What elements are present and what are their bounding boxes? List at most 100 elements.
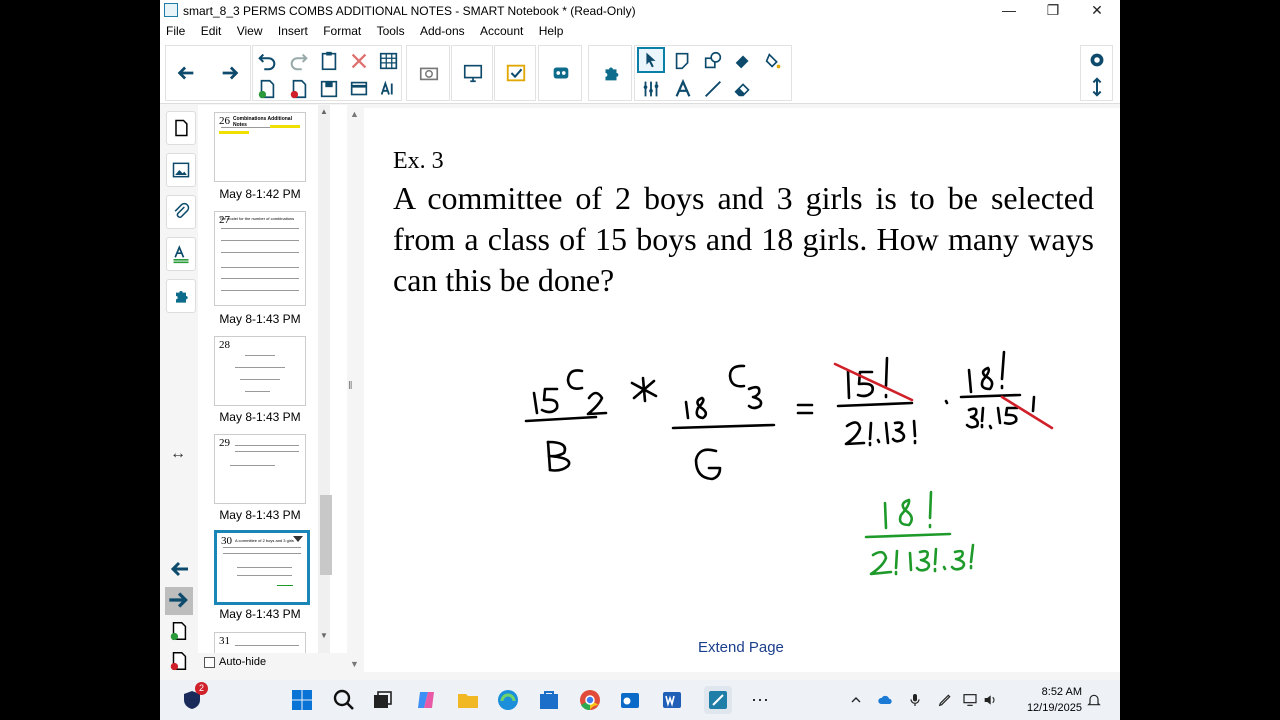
paste-button[interactable] [315, 48, 343, 74]
thumbnail-page-27[interactable]: 27 The model for the number of combinati… [214, 211, 306, 306]
redo-button[interactable] [285, 48, 313, 74]
maximize-button[interactable]: ❐ [1031, 0, 1075, 21]
close-button[interactable]: ✕ [1075, 0, 1119, 21]
tab-addons[interactable] [166, 279, 196, 313]
tab-properties[interactable] [166, 237, 196, 271]
edit-group [252, 45, 402, 101]
outlook-button[interactable] [616, 686, 644, 714]
volume-tray[interactable] [980, 690, 1000, 710]
sorter-next-button[interactable] [165, 587, 193, 615]
onedrive-tray[interactable] [875, 690, 895, 710]
edge-button[interactable] [494, 686, 522, 714]
menu-edit[interactable]: Edit [195, 21, 228, 38]
response-button[interactable] [502, 60, 530, 86]
eraser-tool-button[interactable] [729, 76, 757, 102]
autohide-checkbox[interactable] [204, 656, 215, 668]
next-page-button[interactable] [216, 60, 244, 86]
add-page-button[interactable] [253, 76, 281, 102]
window-title: smart_8_3 PERMS COMBS ADDITIONAL NOTES -… [183, 4, 636, 18]
sorter-add-page-button[interactable] [168, 620, 190, 642]
capture-button[interactable] [415, 60, 443, 86]
screen-display-button[interactable] [459, 60, 487, 86]
select-tool-button[interactable] [637, 47, 665, 73]
thumbnail-page-26[interactable]: 26 Combinations Additional Notes [214, 112, 306, 182]
addon-icon [553, 67, 569, 79]
menu-format[interactable]: Format [317, 21, 367, 38]
addons-button[interactable] [597, 60, 625, 86]
canvas-scroll-up-icon[interactable]: ▲ [350, 109, 359, 119]
chrome-button[interactable] [576, 686, 604, 714]
panel-resize-handle[interactable]: ‖ [348, 380, 353, 392]
store-button[interactable] [535, 686, 563, 714]
capture-group [406, 45, 450, 101]
menu-insert[interactable]: Insert [272, 21, 314, 38]
delete-button[interactable] [345, 48, 373, 74]
file-explorer-button[interactable] [454, 686, 482, 714]
more-apps-icon[interactable]: ⋯ [746, 686, 774, 714]
autohide-toggle[interactable]: Auto-hide [204, 656, 266, 668]
notifications-tray[interactable] [1084, 690, 1104, 710]
widgets-button[interactable]: 2 [178, 682, 208, 714]
expand-sidebar-icon[interactable]: ↔ [170, 445, 186, 463]
microphone-tray[interactable] [905, 690, 925, 710]
thumbnail-page-30[interactable]: 30 A committee of 2 boys and 3 girls [214, 530, 310, 605]
measurement-button[interactable] [637, 76, 665, 102]
thumbnail-page-31[interactable]: 31 [214, 632, 306, 653]
previous-page-button[interactable] [172, 60, 200, 86]
start-button[interactable] [288, 686, 316, 714]
display-tray[interactable] [960, 690, 980, 710]
black-ink [524, 350, 1036, 481]
tab-gallery[interactable] [166, 153, 196, 187]
menu-help[interactable]: Help [533, 21, 570, 38]
move-toolbar-button[interactable] [1083, 74, 1111, 100]
show-hidden-icons[interactable] [846, 690, 866, 710]
extend-page-link[interactable]: Extend Page [698, 639, 784, 656]
sorter-previous-button[interactable] [168, 557, 192, 581]
table-button[interactable] [375, 48, 403, 74]
line-tool-button[interactable] [699, 76, 727, 102]
scroll-up-icon[interactable]: ▲ [320, 107, 328, 116]
response-icon [506, 64, 526, 82]
menu-account[interactable]: Account [474, 21, 529, 38]
copilot-button[interactable] [412, 686, 440, 714]
smart-notebook-taskbar-button[interactable] [704, 686, 732, 714]
delete-page-button[interactable] [285, 76, 313, 102]
fill-tool-button[interactable] [759, 48, 787, 74]
task-view-icon [374, 691, 392, 708]
thumbnail-number: 28 [219, 339, 230, 351]
menu-file[interactable]: File [160, 21, 191, 38]
text-tool-button[interactable] [669, 76, 697, 102]
save-button[interactable] [315, 76, 343, 102]
thumbnail-menu-icon[interactable] [293, 536, 303, 542]
pen-tray[interactable] [935, 690, 955, 710]
lab-activities-button[interactable] [547, 60, 575, 86]
thumbnail-page-29[interactable]: 29 [214, 434, 306, 504]
sorter-scroll-thumb[interactable] [320, 495, 332, 575]
magic-pen-button[interactable] [729, 48, 757, 74]
settings-button[interactable] [1083, 47, 1111, 73]
pen-icon [938, 694, 951, 707]
menu-tools[interactable]: Tools [371, 21, 411, 38]
menu-view[interactable]: View [231, 21, 269, 38]
sorter-scrollbar[interactable]: ▲ ▼ [318, 105, 332, 653]
spelling-button[interactable] [375, 76, 403, 102]
system-clock[interactable]: 8:52 AM 12/19/2025 [1027, 684, 1082, 716]
undo-button[interactable] [253, 48, 281, 74]
minimize-button[interactable]: — [987, 0, 1031, 21]
shapes-tool-button[interactable] [699, 48, 727, 74]
scroll-down-icon[interactable]: ▼ [320, 631, 328, 640]
whiteboard-page[interactable]: Ex. 3 A committee of 2 boys and 3 girls … [364, 108, 1120, 672]
task-view-button[interactable] [368, 686, 396, 714]
canvas-scroll-down-icon[interactable]: ▼ [350, 659, 359, 669]
tab-attachments[interactable] [166, 195, 196, 229]
screen-shade-button[interactable] [345, 76, 373, 102]
canvas-scrollbar[interactable]: ▲ ‖ ▼ [347, 105, 361, 675]
thumbnail-label: May 8-1:43 PM [219, 607, 301, 621]
thumbnail-page-28[interactable]: 28 [214, 336, 306, 406]
menu-addons[interactable]: Add-ons [414, 21, 471, 38]
sorter-delete-page-button[interactable] [168, 650, 190, 672]
pen-tool-button[interactable] [669, 48, 697, 74]
tab-page-sorter[interactable] [166, 111, 196, 145]
word-button[interactable] [658, 686, 686, 714]
search-button[interactable] [330, 686, 358, 714]
